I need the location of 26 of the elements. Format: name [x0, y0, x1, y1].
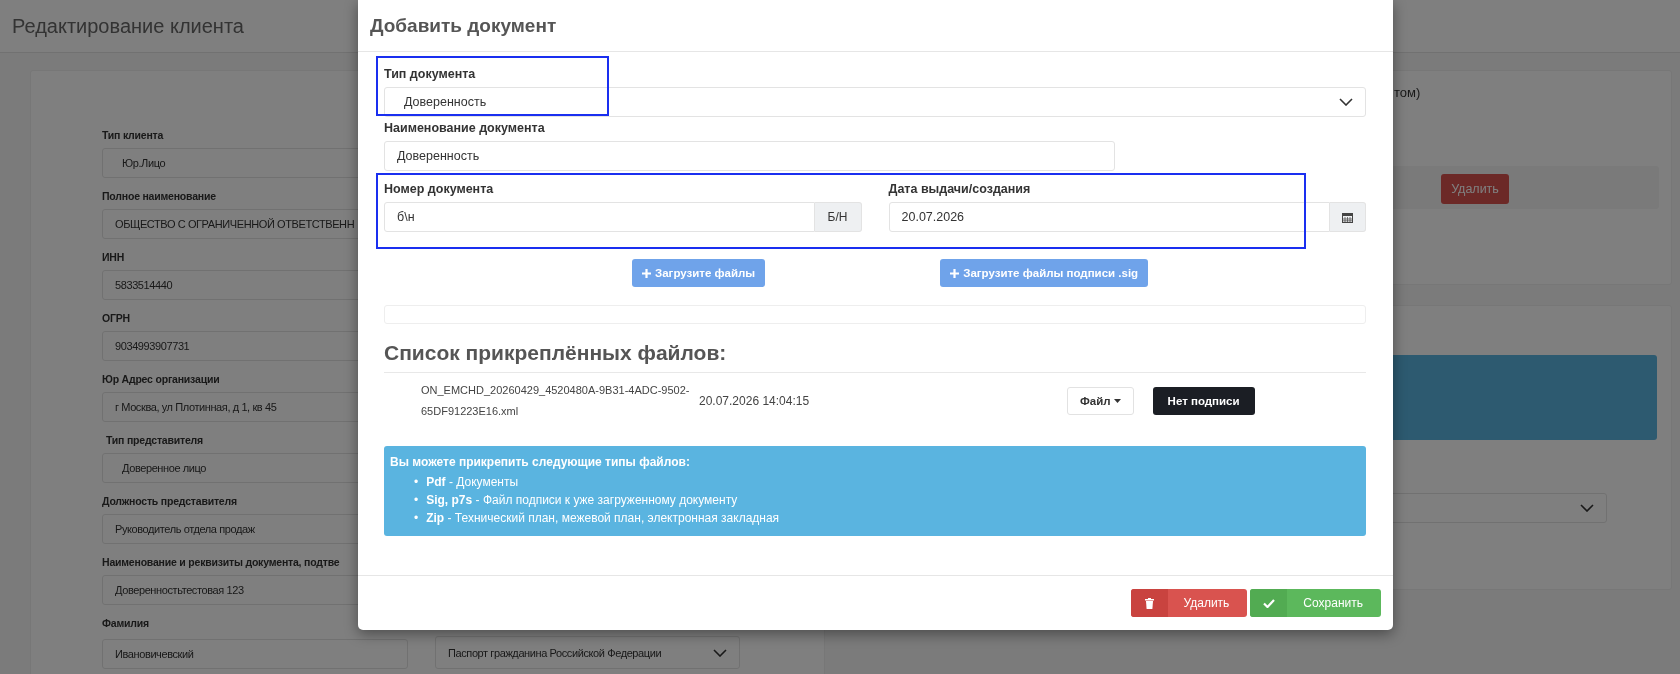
- modal-title: Добавить документ: [370, 14, 557, 37]
- list-bullet: •: [414, 510, 419, 527]
- section-heading: Список прикреплённых файлов:: [384, 341, 1366, 373]
- file-date: 20.07.2026 14:04:15: [699, 394, 811, 408]
- file-type-item: Pdf - Документы: [426, 474, 519, 491]
- alert-title: Вы можете прикрепить следующие типы файлов:: [390, 454, 691, 471]
- list-bullet: •: [414, 474, 419, 491]
- field-label: Тип документа: [384, 66, 476, 83]
- field-label: Наименование документа: [384, 120, 545, 137]
- list-bullet: •: [414, 492, 419, 509]
- field-label: Полное наименование: [102, 189, 216, 204]
- field-label: ОГРН: [102, 311, 130, 326]
- file-type-item: Sig, p7s - Файл подписи к уже загруженному документу: [426, 492, 738, 509]
- field-label: Наименование и реквизиты документа, подтве: [102, 555, 340, 570]
- field-label: Тип клиента: [102, 128, 164, 143]
- field-label: ИНН: [102, 250, 125, 265]
- text-fragment: том): [1394, 85, 1421, 100]
- field-label: Фамилия: [102, 616, 149, 631]
- page-title: Редактирование клиента: [12, 14, 244, 38]
- field-label: Дата выдачи/создания: [888, 181, 1031, 198]
- file-name: ON_EMCHD_20260429_4520480A-9B31-4ADC-9502-65DF91223E16.xml: [421, 383, 691, 419]
- field-label: Юр Адрес организации: [102, 372, 220, 387]
- field-label: Должность представителя: [102, 494, 237, 509]
- file-type-item: Zip - Технический план, межевой план, электронная закладная: [426, 510, 780, 527]
- field-label: Тип представителя: [105, 433, 203, 448]
- field-label: Номер документа: [384, 181, 494, 198]
